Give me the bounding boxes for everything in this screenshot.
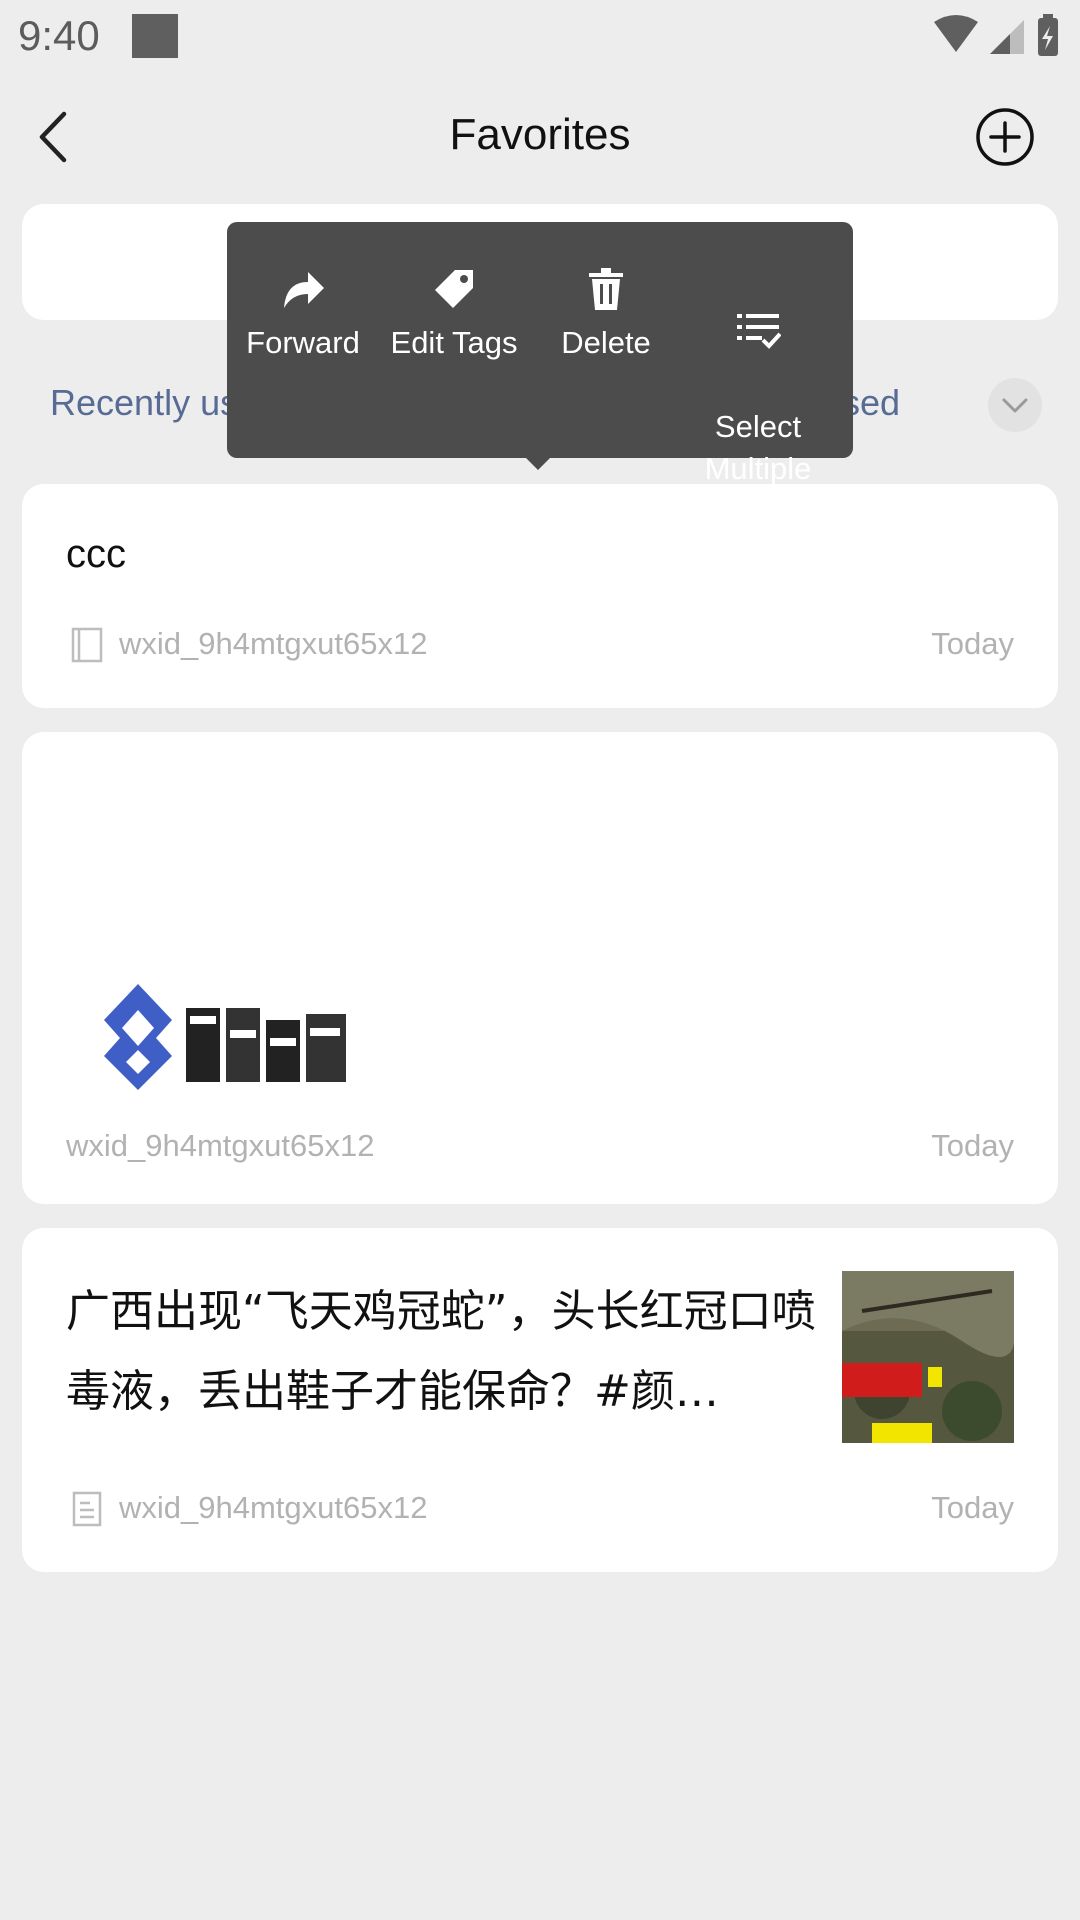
image-thumbnail [94,980,364,1090]
menu-item-label: Forward [246,325,360,360]
header: Favorites [0,72,1080,202]
menu-item-delete[interactable]: Delete [531,266,681,364]
item-date: Today [931,1128,1014,1163]
article-icon [72,1491,102,1527]
plus-circle-icon [976,108,1034,166]
battery-icon [1038,14,1058,56]
trash-icon [589,268,623,310]
item-title: 广西出现“飞天鸡冠蛇”，头长红冠口喷毒液，丢出鞋子才能保命？#颜… [66,1286,816,1417]
signal-icon [990,20,1024,54]
filter-recently-used[interactable]: Recently us [50,382,238,424]
page-title: Favorites [449,110,631,159]
status-time: 9:40 [18,12,100,59]
multi-select-icon [737,314,781,349]
menu-item-select-multiple[interactable]: Select Multiple [683,266,833,490]
forward-icon [284,272,324,308]
filter-expand-button[interactable] [988,378,1042,432]
item-title: ccc [66,532,126,576]
article-thumbnail [842,1271,1014,1443]
wifi-icon [934,15,978,52]
item-source: wxid_9h4mtgxut65x12 [119,626,428,661]
context-menu: Forward Edit Tags Delete Select Multiple [227,222,853,486]
logo-image [104,984,346,1090]
menu-item-forward[interactable]: Forward [228,266,378,364]
note-icon [71,627,103,663]
item-source: wxid_9h4mtgxut65x12 [66,1128,375,1163]
item-source: wxid_9h4mtgxut65x12 [119,1490,428,1525]
item-date: Today [931,626,1014,661]
status-bar: 9:40 [0,0,1080,72]
item-date: Today [931,1490,1014,1525]
context-menu-pointer [524,456,552,470]
tag-icon [435,270,473,308]
menu-item-label: Select Multiple [704,409,812,486]
menu-item-label: Delete [561,325,651,360]
favorite-item[interactable]: ccc wxid_9h4mtgxut65x12 Today [22,484,1058,708]
favorite-item[interactable]: wxid_9h4mtgxut65x12 Today [22,732,1058,1204]
menu-item-edit-tags[interactable]: Edit Tags [379,266,529,364]
add-button[interactable] [974,106,1036,168]
notification-icon [132,14,178,58]
menu-item-label: Edit Tags [390,325,518,360]
favorite-item[interactable]: 广西出现“飞天鸡冠蛇”，头长红冠口喷毒液，丢出鞋子才能保命？#颜… wxid_9… [22,1228,1058,1572]
chevron-down-icon [1002,398,1028,413]
thumbnail-image [842,1271,1014,1443]
status-icons [932,14,1062,63]
